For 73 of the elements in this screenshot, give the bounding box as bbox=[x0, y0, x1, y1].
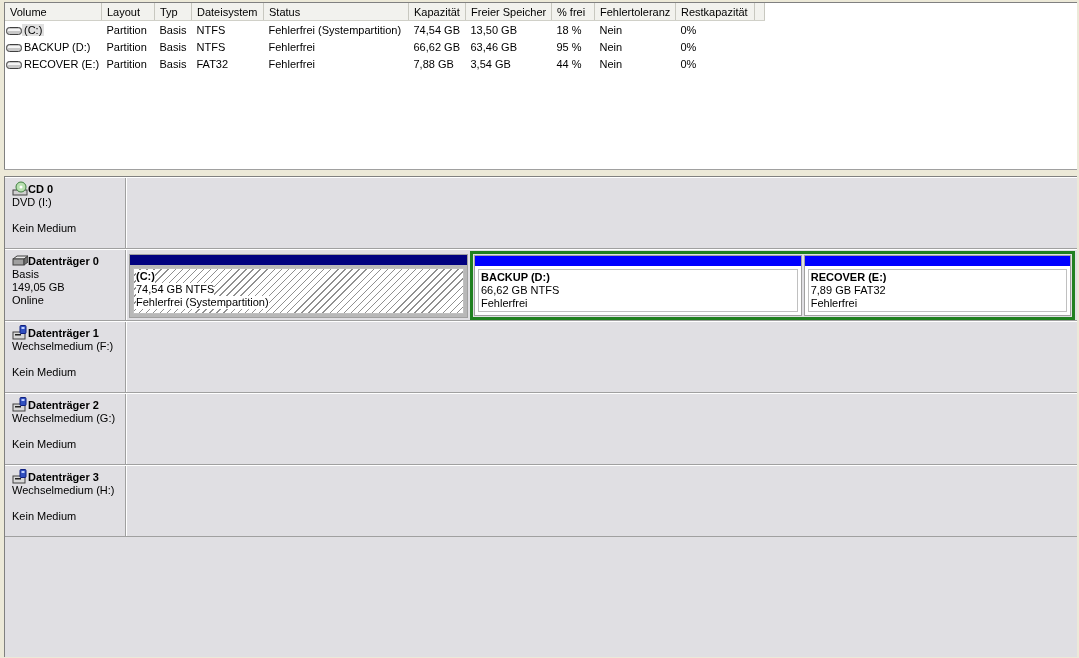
partition-block[interactable]: (C:) 74,54 GB NTFS Fehlerfrei (Systempartition) bbox=[129, 254, 468, 318]
disk-status: Kein Medium bbox=[12, 438, 77, 450]
cd-drive-icon bbox=[12, 181, 28, 196]
table-cell: 66,62 GB bbox=[413, 40, 460, 53]
list-item-label[interactable]: (C:) bbox=[22, 24, 45, 37]
table-cell: Fehlerfrei bbox=[268, 57, 315, 70]
table-cell: 18 % bbox=[556, 23, 582, 36]
partition-name: BACKUP (D:) bbox=[481, 271, 551, 284]
list-item-label[interactable]: BACKUP (D:) bbox=[22, 41, 93, 54]
disk-info: Basis bbox=[12, 268, 39, 280]
table-cell: Fehlerfrei (Systempartition) bbox=[268, 23, 402, 36]
disk-name: CD 0 bbox=[28, 182, 54, 195]
removable-disk-icon bbox=[12, 469, 28, 484]
table-cell: 95 % bbox=[556, 40, 582, 53]
table-cell: Nein bbox=[599, 57, 623, 70]
table-cell: Partition bbox=[106, 57, 147, 70]
column-header[interactable]: Dateisystem bbox=[191, 3, 264, 21]
table-cell: Nein bbox=[599, 40, 623, 53]
table-cell: 7,88 GB bbox=[413, 57, 454, 70]
column-header[interactable]: Status bbox=[263, 3, 409, 21]
partition-status: Fehlerfrei bbox=[810, 297, 859, 310]
table-cell: 3,54 GB bbox=[470, 57, 511, 70]
column-header[interactable]: Layout bbox=[101, 3, 155, 21]
disk-info: Wechselmedium (H:) bbox=[12, 484, 115, 496]
table-cell: 0% bbox=[680, 40, 697, 53]
partition-size: 66,62 GB NTFS bbox=[481, 284, 561, 297]
partition-name: RECOVER (E:) bbox=[810, 271, 888, 284]
disk-info: Wechselmedium (G:) bbox=[12, 412, 116, 424]
table-cell: 13,50 GB bbox=[470, 23, 517, 36]
column-header[interactable]: Fehlertoleranz bbox=[594, 3, 676, 21]
column-header[interactable]: Kapazität bbox=[408, 3, 466, 21]
table-cell: 0% bbox=[680, 57, 697, 70]
column-header[interactable]: Typ bbox=[154, 3, 192, 21]
disk-name: Datenträger 1 bbox=[28, 326, 99, 339]
table-cell: 0% bbox=[680, 23, 697, 36]
removable-disk-icon bbox=[12, 397, 28, 412]
partition-block[interactable]: RECOVER (E:) 7,89 GB FAT32 Fehlerfrei bbox=[803, 255, 1071, 316]
disk-info: DVD (I:) bbox=[12, 196, 52, 208]
column-header[interactable]: Restkapazität bbox=[675, 3, 755, 21]
hard-disk-icon bbox=[12, 253, 28, 268]
partition-size: 74,54 GB NTFS bbox=[136, 283, 215, 296]
disk-name: Datenträger 2 bbox=[28, 398, 99, 411]
column-header[interactable]: Freier Speicher bbox=[465, 3, 552, 21]
table-cell: NTFS bbox=[196, 23, 226, 36]
partition-block[interactable]: BACKUP (D:) 66,62 GB NTFS Fehlerfrei bbox=[474, 255, 802, 316]
table-cell: Basis bbox=[159, 23, 187, 36]
partition-status: Fehlerfrei (Systempartition) bbox=[136, 296, 269, 309]
disk-status: Kein Medium bbox=[12, 222, 77, 234]
table-cell: Basis bbox=[159, 40, 187, 53]
disk-info: 149,05 GB bbox=[12, 281, 65, 293]
disk-name: Datenträger 0 bbox=[28, 254, 99, 267]
table-cell: 63,46 GB bbox=[470, 40, 517, 53]
disk-name: Datenträger 3 bbox=[28, 470, 99, 483]
table-cell: 74,54 GB bbox=[413, 23, 460, 36]
table-cell: Fehlerfrei bbox=[268, 40, 315, 53]
partition-size: 7,89 GB FAT32 bbox=[810, 284, 887, 297]
removable-disk-icon bbox=[12, 325, 28, 340]
list-item-label[interactable]: RECOVER (E:) bbox=[22, 58, 102, 71]
partition-name: (C:) bbox=[136, 270, 155, 283]
disk-status: Kein Medium bbox=[12, 366, 77, 378]
table-cell: Partition bbox=[106, 23, 147, 36]
table-cell: NTFS bbox=[196, 40, 226, 53]
table-cell: 44 % bbox=[556, 57, 582, 70]
disk-status: Kein Medium bbox=[12, 510, 77, 522]
partition-status: Fehlerfrei bbox=[481, 297, 529, 310]
table-cell: Nein bbox=[599, 23, 623, 36]
column-header[interactable]: Volume bbox=[5, 3, 102, 21]
disk-info: Wechselmedium (F:) bbox=[12, 340, 114, 352]
table-cell: FAT32 bbox=[196, 57, 229, 70]
table-cell: Partition bbox=[106, 40, 147, 53]
column-header[interactable]: % frei bbox=[551, 3, 595, 21]
table-cell: Basis bbox=[159, 57, 187, 70]
disk-status: Online bbox=[12, 294, 44, 306]
